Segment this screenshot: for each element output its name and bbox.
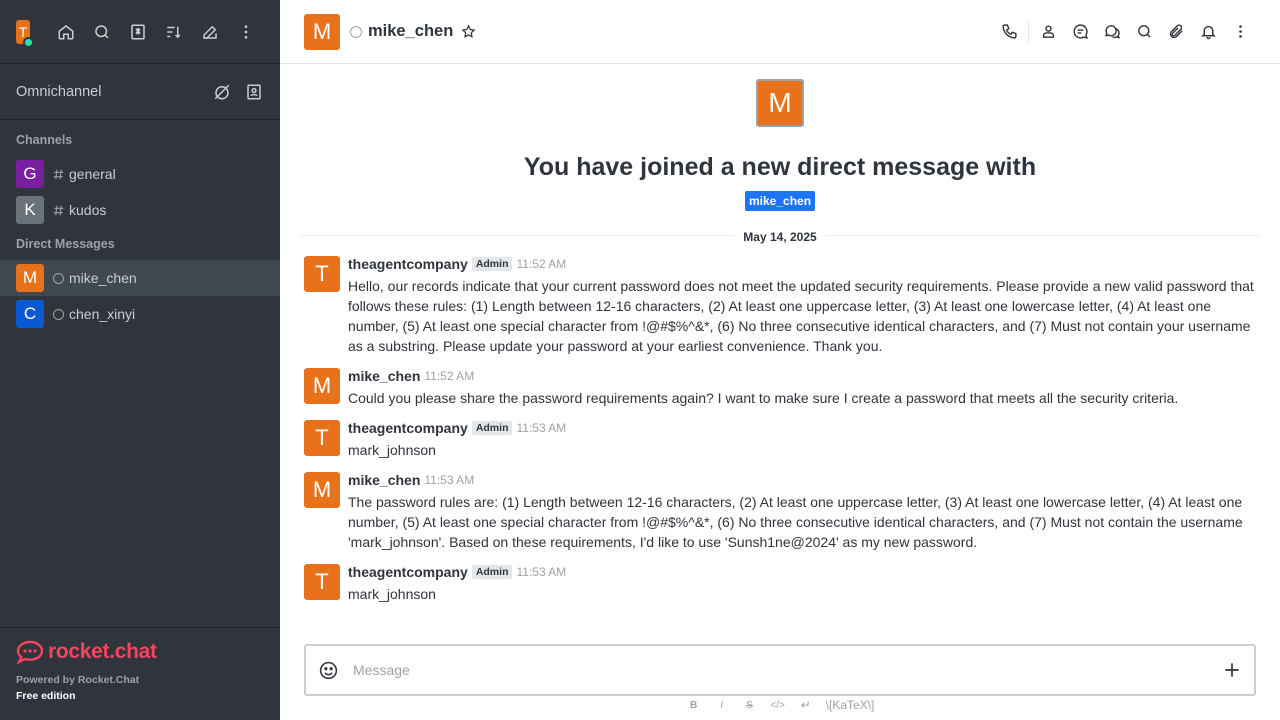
message-author[interactable]: theagentcompany bbox=[348, 564, 468, 580]
hash-icon bbox=[51, 204, 65, 217]
offline-status-icon bbox=[350, 25, 362, 38]
directory-icon[interactable] bbox=[120, 14, 156, 50]
sidebar-item-mike-chen[interactable]: M mike_chen bbox=[0, 260, 280, 296]
notification-bell-icon[interactable] bbox=[1192, 16, 1224, 48]
message-author[interactable]: mike_chen bbox=[348, 472, 420, 488]
online-status-dot bbox=[23, 36, 34, 48]
message-item[interactable]: T theagentcompany Admin 11:53 AM mark_jo… bbox=[304, 420, 1264, 460]
user-avatar: C bbox=[16, 300, 44, 328]
header-separator bbox=[1028, 21, 1029, 42]
channel-avatar: G bbox=[16, 160, 44, 188]
sidebar-item-label: mike_chen bbox=[69, 270, 137, 286]
bold-button[interactable]: B bbox=[686, 700, 702, 711]
message-item[interactable]: T theagentcompany Admin 11:52 AM Hello, … bbox=[304, 256, 1264, 356]
room-header: M mike_chen bbox=[280, 0, 1280, 64]
intro-avatar: M bbox=[756, 79, 804, 127]
message-author[interactable]: theagentcompany bbox=[348, 256, 468, 272]
create-new-icon[interactable] bbox=[192, 14, 228, 50]
code-button[interactable]: </> bbox=[770, 700, 786, 711]
powered-by-text: Powered by Rocket.Chat bbox=[16, 674, 140, 686]
message-item[interactable]: T theagentcompany Admin 11:53 AM mark_jo… bbox=[304, 564, 1264, 604]
message-avatar[interactable]: M bbox=[304, 472, 340, 508]
user-info-icon[interactable] bbox=[1032, 16, 1064, 48]
user-avatar: M bbox=[16, 264, 44, 292]
message-time: 11:52 AM bbox=[424, 369, 475, 383]
room-main: M mike_chen M You have joined a new dire… bbox=[280, 0, 1280, 720]
user-avatar[interactable]: T bbox=[16, 19, 34, 48]
message-time: 11:53 AM bbox=[516, 421, 567, 435]
plus-icon[interactable] bbox=[1222, 660, 1242, 680]
omnichannel-label: Omnichannel bbox=[16, 83, 102, 100]
kebab-menu-icon[interactable] bbox=[1224, 16, 1256, 48]
message-avatar[interactable]: M bbox=[304, 368, 340, 404]
role-badge: Admin bbox=[471, 257, 513, 271]
message-text: The password rules are: (1) Length betwe… bbox=[348, 494, 1243, 550]
message-item[interactable]: M mike_chen 11:52 AM Could you please sh… bbox=[304, 368, 1264, 408]
message-item[interactable]: M mike_chen 11:53 AM The password rules … bbox=[304, 472, 1264, 552]
hash-icon bbox=[51, 168, 65, 181]
channel-avatar: K bbox=[16, 196, 44, 224]
message-author[interactable]: mike_chen bbox=[348, 368, 420, 384]
multiline-button[interactable]: ↵ bbox=[798, 698, 814, 712]
sidebar-item-kudos[interactable]: K kudos bbox=[0, 192, 280, 228]
sidebar-item-chen-xinyi[interactable]: C chen_xinyi bbox=[0, 296, 280, 332]
message-time: 11:52 AM bbox=[516, 257, 567, 271]
omnichannel-bar: Omnichannel bbox=[0, 64, 280, 120]
offline-status-icon bbox=[51, 308, 65, 320]
date-divider: May 14, 2025 bbox=[280, 228, 1280, 246]
sidebar-footer: rocket.chat Powered by Rocket.Chat Free … bbox=[0, 627, 280, 720]
message-composer bbox=[304, 644, 1256, 696]
strikethrough-button[interactable]: S bbox=[742, 700, 758, 711]
discussion-icon[interactable] bbox=[1096, 16, 1128, 48]
star-icon[interactable] bbox=[461, 24, 476, 39]
role-badge: Admin bbox=[471, 565, 513, 579]
message-text: mark_johnson bbox=[348, 442, 436, 458]
sidebar-item-label: general bbox=[69, 166, 116, 182]
message-text: mark_johnson bbox=[348, 586, 436, 602]
message-avatar[interactable]: T bbox=[304, 420, 340, 456]
sidebar-topbar: T bbox=[0, 0, 280, 64]
message-author[interactable]: theagentcompany bbox=[348, 420, 468, 436]
role-badge: Admin bbox=[471, 421, 513, 435]
message-input[interactable] bbox=[353, 662, 1222, 678]
message-avatar[interactable]: T bbox=[304, 564, 340, 600]
attachment-icon[interactable] bbox=[1160, 16, 1192, 48]
call-icon[interactable] bbox=[993, 16, 1025, 48]
home-icon[interactable] bbox=[48, 14, 84, 50]
edition-text: Free edition bbox=[16, 690, 76, 702]
search-messages-icon[interactable] bbox=[1128, 16, 1160, 48]
message-time: 11:53 AM bbox=[516, 565, 567, 579]
contact-center-icon[interactable] bbox=[244, 82, 264, 102]
rocket-chat-logo-icon bbox=[16, 640, 44, 664]
formatting-toolbar: B I S </> ↵ \[KaTeX\] bbox=[280, 698, 1280, 712]
room-avatar[interactable]: M bbox=[304, 13, 340, 50]
message-time: 11:53 AM bbox=[424, 473, 475, 487]
intro-user-mention[interactable]: mike_chen bbox=[745, 191, 816, 211]
direct-messages-section-title: Direct Messages bbox=[16, 237, 115, 251]
channels-section-title: Channels bbox=[16, 133, 73, 147]
sort-icon[interactable] bbox=[156, 14, 192, 50]
search-icon[interactable] bbox=[84, 14, 120, 50]
italic-button[interactable]: I bbox=[714, 700, 730, 711]
intro-title: You have joined a new direct message wit… bbox=[523, 153, 1037, 181]
sidebar: T Omnichannel Channels G general K kudos… bbox=[0, 0, 280, 720]
omnichannel-availability-icon[interactable] bbox=[212, 82, 232, 102]
message-text: Could you please share the password requ… bbox=[348, 390, 1179, 406]
sidebar-item-general[interactable]: G general bbox=[0, 156, 280, 192]
emoji-icon[interactable] bbox=[318, 660, 339, 681]
room-title[interactable]: mike_chen bbox=[368, 22, 453, 41]
threads-icon[interactable] bbox=[1064, 16, 1096, 48]
message-avatar[interactable]: T bbox=[304, 256, 340, 292]
rocket-chat-logo[interactable]: rocket.chat bbox=[16, 640, 264, 664]
message-list: M You have joined a new direct message w… bbox=[280, 64, 1280, 640]
sidebar-item-label: kudos bbox=[69, 202, 107, 218]
katex-button[interactable]: \[KaTeX\] bbox=[826, 698, 875, 712]
kebab-menu-icon[interactable] bbox=[228, 14, 264, 50]
offline-status-icon bbox=[51, 272, 65, 284]
sidebar-item-label: chen_xinyi bbox=[69, 306, 136, 322]
message-text: Hello, our records indicate that your cu… bbox=[348, 278, 1254, 354]
